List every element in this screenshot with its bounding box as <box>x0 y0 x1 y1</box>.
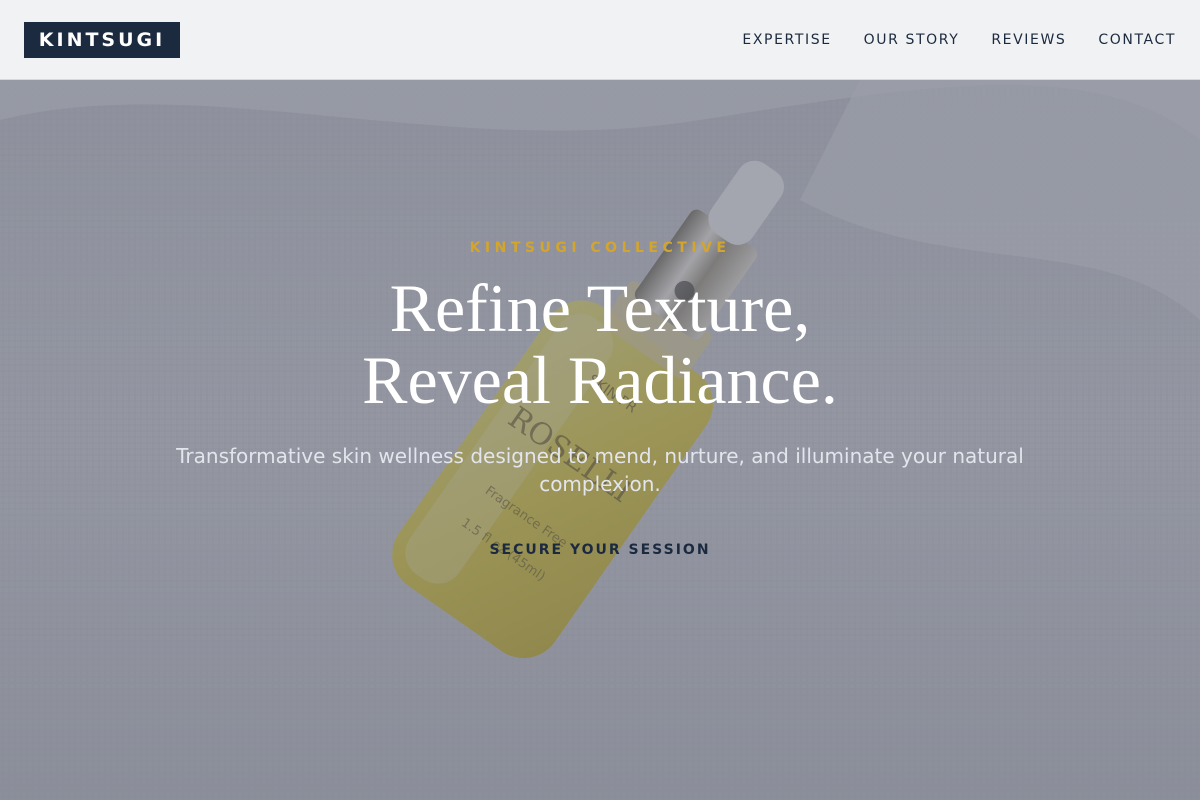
hero-title-line-2: Reveal Radiance. <box>362 342 838 418</box>
hero-eyebrow: KINTSUGI COLLECTIVE <box>469 240 731 256</box>
hero-section: SKIN PR ROSELLI Fragrance Free 1.5 fl oz… <box>0 80 1200 800</box>
nav-link-contact[interactable]: CONTACT <box>1098 32 1176 48</box>
hero-subtitle: Transformative skin wellness designed to… <box>176 444 1024 496</box>
site-header: KINTSUGI EXPERTISE OUR STORY REVIEWS CON… <box>0 0 1200 80</box>
hero-overlay <box>0 80 1200 800</box>
nav-link-reviews[interactable]: REVIEWS <box>991 32 1066 48</box>
main-nav: EXPERTISE OUR STORY REVIEWS CONTACT <box>742 0 1176 80</box>
hero-title-line-1: Refine Texture, <box>389 270 811 346</box>
logo[interactable]: KINTSUGI <box>24 22 180 58</box>
nav-link-expertise[interactable]: EXPERTISE <box>742 32 831 48</box>
nav-link-our-story[interactable]: OUR STORY <box>864 32 960 48</box>
hero-title: Refine Texture, Reveal Radiance. <box>0 272 1200 416</box>
secure-session-button[interactable]: SECURE YOUR SESSION <box>470 535 730 565</box>
